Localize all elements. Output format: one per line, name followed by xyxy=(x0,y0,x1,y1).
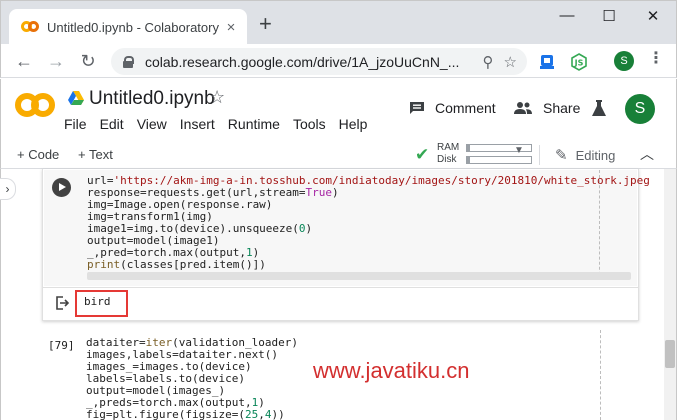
flask-icon[interactable] xyxy=(592,100,606,116)
disk-label: Disk xyxy=(437,154,457,165)
disk-usage-bar xyxy=(466,156,532,164)
add-code-button[interactable]: + Code xyxy=(17,147,59,162)
connected-check-icon: ✔ xyxy=(415,145,430,164)
code-token: print xyxy=(87,258,121,271)
code-text[interactable]: url='https://akm-img-a-in.tosshub.com/in… xyxy=(87,175,650,271)
browser-menu-icon[interactable]: ⋮ xyxy=(648,48,664,68)
bookmark-star-icon[interactable]: ☆ xyxy=(504,53,517,71)
share-label: Share xyxy=(543,100,581,116)
code-token: True xyxy=(305,186,333,199)
code-token: fig=plt.figure(figsize=( xyxy=(86,408,245,420)
comment-icon xyxy=(410,102,424,114)
comment-button[interactable]: Comment xyxy=(409,100,496,116)
menu-insert[interactable]: Insert xyxy=(180,116,215,132)
star-icon[interactable]: ☆ xyxy=(209,87,225,108)
minimize-button[interactable]: — xyxy=(557,7,577,24)
code-token: , xyxy=(258,408,265,420)
code-token: )) xyxy=(271,408,285,420)
code-token: ) xyxy=(305,222,313,235)
code-token: ) xyxy=(332,186,339,199)
code-token: 0 xyxy=(298,222,306,235)
tab-close-icon[interactable]: × xyxy=(223,19,239,36)
resources-dropdown-icon[interactable]: ▼ xyxy=(514,145,524,156)
maximize-button[interactable]: ☐ xyxy=(599,7,619,25)
cell-output-area xyxy=(43,287,638,320)
collapse-header-icon[interactable]: ︿ xyxy=(640,144,654,164)
browser-tab[interactable]: Untitled0.ipynb - Colaboratory × xyxy=(9,9,247,45)
cell-output-text: bird xyxy=(84,295,111,308)
notebook-title[interactable]: Untitled0.ipynb xyxy=(89,88,215,110)
notebook-toolbar: + Code + Text ✔ RAM Disk ▼ ✎ Editing ︿ xyxy=(0,141,677,169)
line-length-ruler xyxy=(600,330,601,420)
url-text[interactable]: colab.research.google.com/drive/1A_jzoUu… xyxy=(145,54,473,70)
share-button[interactable]: Share xyxy=(513,100,580,116)
colab-logo[interactable] xyxy=(15,93,55,117)
omnibox[interactable]: colab.research.google.com/drive/1A_jzoUu… xyxy=(111,48,527,75)
watermark-text: www.javatiku.cn xyxy=(313,358,470,383)
search-icon[interactable]: ⚲ xyxy=(483,53,494,71)
extension-icon[interactable] xyxy=(538,53,556,71)
horizontal-scrollbar[interactable] xyxy=(87,272,631,280)
share-people-icon xyxy=(514,102,532,114)
menu-help[interactable]: Help xyxy=(339,116,368,132)
lock-icon xyxy=(123,55,134,68)
resource-monitor[interactable]: RAM Disk xyxy=(437,141,459,166)
toolbar-divider xyxy=(539,145,540,165)
pencil-icon: ✎ xyxy=(555,147,568,164)
colab-favicon-icon xyxy=(21,21,39,33)
forward-button[interactable]: → xyxy=(45,50,67,72)
clear-output-icon[interactable] xyxy=(55,296,69,310)
address-bar: ← → ↻ colab.research.google.com/drive/1A… xyxy=(0,44,677,78)
comment-label: Comment xyxy=(435,100,496,116)
tab-title: Untitled0.ipynb - Colaboratory xyxy=(47,19,219,35)
add-text-button[interactable]: + Text xyxy=(78,147,113,162)
menu-edit[interactable]: Edit xyxy=(100,116,124,132)
editing-mode-button[interactable]: ✎ Editing xyxy=(555,146,615,164)
back-button[interactable]: ← xyxy=(13,50,35,72)
menu-view[interactable]: View xyxy=(137,116,167,132)
profile-avatar[interactable]: S xyxy=(625,94,655,124)
run-cell-button[interactable] xyxy=(52,178,71,197)
close-window-button[interactable]: ✕ xyxy=(643,7,663,25)
reload-button[interactable]: ↻ xyxy=(77,50,99,72)
code-text[interactable]: dataiter=iter(validation_loader) images,l… xyxy=(86,337,298,420)
menu-tools[interactable]: Tools xyxy=(293,116,326,132)
browser-tab-bar: Untitled0.ipynb - Colaboratory × + — ☐ ✕ xyxy=(0,0,677,45)
menu-bar: File Edit View Insert Runtime Tools Help xyxy=(64,116,380,132)
node-extension-icon[interactable]: JS xyxy=(570,53,588,71)
menu-file[interactable]: File xyxy=(64,116,87,132)
menu-runtime[interactable]: Runtime xyxy=(228,116,280,132)
execution-count: [79] xyxy=(48,339,75,352)
svg-text:JS: JS xyxy=(574,59,584,68)
code-token: (classes[pred.item()]) xyxy=(120,258,266,271)
code-token: 25 xyxy=(244,408,259,420)
vertical-scrollbar[interactable] xyxy=(664,169,676,420)
code-line: print(classes[pred.item()]) xyxy=(87,259,650,271)
ram-label: RAM xyxy=(437,142,460,153)
line-length-ruler xyxy=(599,170,600,280)
scrollbar-thumb[interactable] xyxy=(665,340,675,368)
code-line: fig=plt.figure(figsize=(25,4)) xyxy=(86,409,298,420)
browser-profile-avatar[interactable]: S xyxy=(614,51,634,71)
ram-usage-fill xyxy=(467,145,471,151)
disk-usage-fill xyxy=(467,157,471,163)
editing-label: Editing xyxy=(575,147,616,163)
new-tab-button[interactable]: + xyxy=(259,13,272,35)
google-drive-icon xyxy=(68,91,84,105)
code-editor[interactable]: url='https://akm-img-a-in.tosshub.com/in… xyxy=(44,170,650,286)
